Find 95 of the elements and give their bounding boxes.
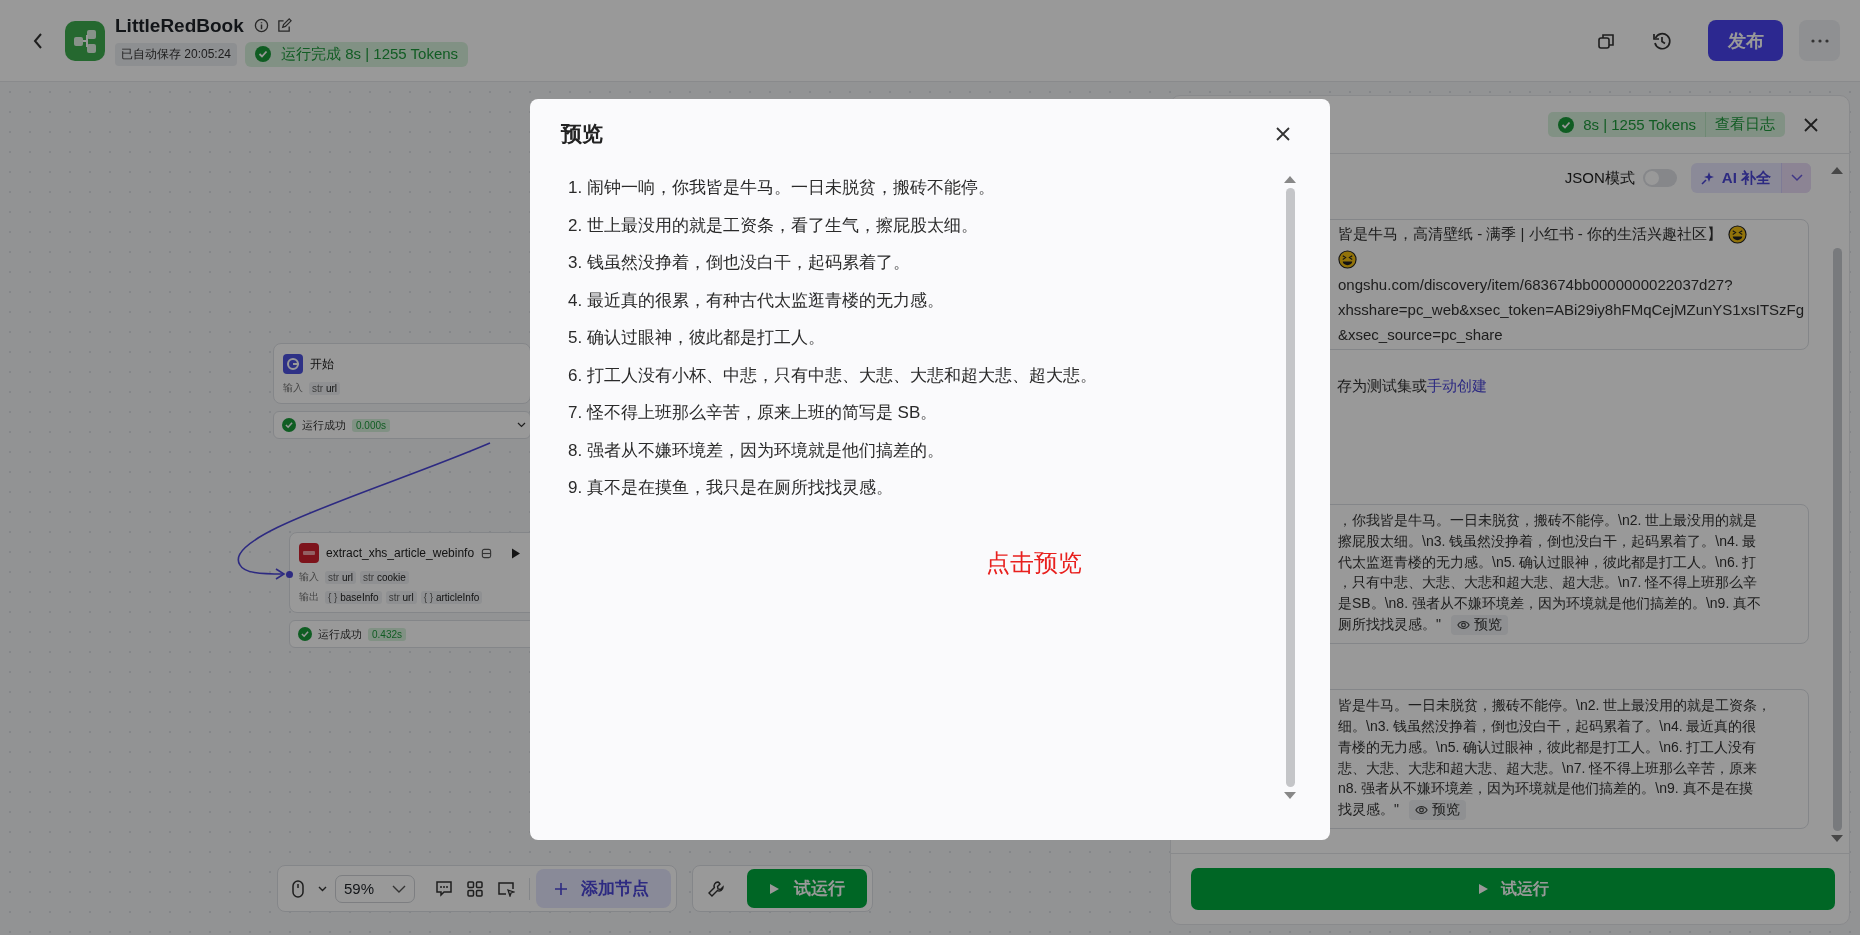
- check-icon: [255, 46, 272, 62]
- scroll-up-icon[interactable]: [1831, 166, 1843, 174]
- preview-note: 点击预览: [986, 548, 1082, 576]
- dialog-title: 预览: [561, 121, 603, 147]
- input-text: xhsshare=pc_web&xsec_token=ABi29iy8hFMqCejMZunYS1xsITSzFg: [1338, 301, 1805, 318]
- param-tag: str cookie: [360, 570, 409, 584]
- play-icon: [1477, 883, 1489, 895]
- output-text: 代太监逛青楼的无力感。\n5. 确认过眼神，彼此都是打工人。\n6. 打: [1338, 553, 1757, 572]
- preview-button[interactable]: 预览: [1409, 799, 1466, 820]
- chevron-down-icon: [1790, 174, 1803, 182]
- output-text: ，你我皆是牛马。一日未脱贫，搬砖不能停。\n2. 世上最没用的就是: [1338, 512, 1758, 531]
- plugin-node-icon: [299, 543, 319, 563]
- start-node-icon: [283, 354, 303, 374]
- output-text: 是SB。\n8. 强者从不嫌环境差，因为环境就是他们搞差的。\n9. 真不: [1338, 595, 1762, 614]
- list-item-text: 6. 打工人没有小杯、中悲，只有中悲、大悲、大悲和超大悲、超大悲。: [568, 364, 1097, 387]
- publish-button[interactable]: 发布: [1708, 20, 1783, 61]
- comment-icon[interactable]: [435, 880, 453, 897]
- run-result-text: 运行成功: [302, 417, 346, 433]
- output-text: 擦屁股太细。\n3. 钱虽然没挣着，倒也没白干，起码累着了。\n4. 最: [1338, 533, 1757, 552]
- check-icon: [282, 418, 296, 432]
- list-item-text: 1. 闹钟一响，你我皆是牛马。一日未脱贫，搬砖不能停。: [568, 177, 995, 200]
- param-tag: { } baseInfo: [325, 590, 382, 604]
- node-card[interactable]: 开始 输入 str url: [273, 343, 531, 404]
- play-icon[interactable]: [511, 547, 522, 559]
- add-node-button[interactable]: 添加节点: [536, 869, 671, 908]
- eye-icon: [1415, 804, 1428, 815]
- output-text: 青楼的无力感。\n5. 确认过眼神，彼此都是打工人。\n6. 打工人没有: [1338, 738, 1757, 757]
- zoom-select[interactable]: 59%: [335, 874, 415, 903]
- input-text: 皆是牛马，高清壁纸 - 满季 | 小红书 - 你的生活兴趣社区】: [1338, 225, 1722, 244]
- run-result-text: 运行成功: [318, 626, 362, 642]
- input-text: &xsec_source=pc_share: [1338, 326, 1503, 343]
- port-label: 输入: [299, 570, 319, 584]
- output-text: n8. 强者从不嫌环境差，因为环境就是他们搞差的。\n9. 真不是在摸: [1338, 780, 1753, 799]
- history-icon[interactable]: [1652, 30, 1672, 51]
- check-icon: [298, 627, 312, 641]
- list-item-text: 8. 强者从不嫌环境差，因为环境就是他们搞差的。: [568, 439, 944, 462]
- chevron-down-icon[interactable]: [517, 422, 526, 428]
- eye-icon: [1457, 619, 1470, 630]
- autosave-label: 已自动保存 20:05:24: [115, 42, 238, 66]
- list-item-text: 5. 确认过眼神，彼此都是打工人。: [568, 327, 825, 350]
- list-item-text: 9. 真不是在摸鱼，我只是在厕所找找灵感。: [568, 477, 893, 500]
- duration-badge: 0.432s: [368, 627, 407, 641]
- output-text: 皆是牛马。一日未脱贫，搬砖不能停。\n2. 世上最没用的就是工资条，: [1338, 697, 1772, 716]
- list-item-text: 2. 世上最没用的就是工资条，看了生气，擦屁股太细。: [568, 214, 978, 237]
- info-icon[interactable]: [253, 18, 269, 33]
- manual-create-link[interactable]: 手动创建: [1427, 377, 1487, 394]
- run-status-text: 运行完成 8s | 1255 Tokens: [281, 44, 459, 64]
- node-title: extract_xhs_article_webinfo: [326, 546, 475, 560]
- save-hint-text: 存为测试集或: [1337, 377, 1427, 394]
- copy-icon[interactable]: [1597, 31, 1615, 50]
- preview-button[interactable]: 预览: [1451, 614, 1508, 635]
- ellipsis-icon: [1810, 38, 1829, 43]
- param-tag: str url: [325, 570, 356, 584]
- back-icon[interactable]: [33, 32, 43, 49]
- json-mode-label: JSON模式: [1564, 168, 1635, 188]
- param-tag: { } articleInfo: [420, 590, 483, 604]
- param-tag: str url: [385, 590, 417, 604]
- port-dot[interactable]: [286, 571, 293, 578]
- output-text: 厕所找找灵感。": [1338, 615, 1441, 634]
- duration-badge: 0.000s: [352, 418, 391, 432]
- scrollbar-thumb[interactable]: [1285, 188, 1295, 787]
- screen-icon[interactable]: [497, 880, 515, 897]
- list-item-text: 7. 怪不得上班那么辛苦，原来上班的简写是 SB。: [568, 402, 938, 425]
- output-text: ，只有中悲、大悲、大悲和超大悲、超大悲。\n7. 怪不得上班那么辛: [1338, 574, 1758, 593]
- sparkle-icon: [1700, 171, 1715, 185]
- check-icon: [1558, 116, 1575, 133]
- caret-icon[interactable]: [318, 885, 327, 892]
- output-text: 细。\n3. 钱虽然没挣着，倒也没白干，起码累着了。\n4. 最近真的很: [1338, 718, 1757, 737]
- scrollbar-thumb[interactable]: [1832, 248, 1842, 831]
- node-title: 开始: [310, 355, 334, 373]
- port-label: 输出: [299, 590, 319, 604]
- close-icon[interactable]: [1803, 116, 1819, 133]
- scroll-down-icon[interactable]: [1284, 792, 1296, 800]
- scroll-down-icon[interactable]: [1831, 835, 1843, 843]
- workflow-title: LittleRedBook: [115, 14, 244, 37]
- output-text: 悲、大悲、大悲和超大悲、超大悲。\n7. 怪不得上班那么辛苦，原来: [1338, 759, 1758, 778]
- param-tag: str url: [309, 381, 340, 395]
- chevron-down-icon: [392, 884, 406, 893]
- run-result-bar[interactable]: 运行成功 0.000s: [273, 411, 531, 439]
- plus-icon: [554, 881, 568, 896]
- scroll-up-icon[interactable]: [1284, 175, 1296, 183]
- close-icon[interactable]: [1275, 126, 1291, 142]
- list-item-text: 4. 最近真的很累，有种古代太监逛青楼的无力感。: [568, 289, 944, 312]
- grid-icon[interactable]: [467, 880, 483, 897]
- app-logo-icon: [65, 20, 105, 61]
- mouse-icon[interactable]: [292, 879, 304, 898]
- edit-icon[interactable]: [276, 18, 292, 33]
- port-label: 输入: [283, 381, 303, 395]
- play-icon: [769, 882, 780, 895]
- list-item-text: 3. 钱虽然没挣着，倒也没白干，起码累着了。: [568, 252, 910, 275]
- output-text: 找灵感。": [1338, 800, 1399, 819]
- run-info-text: 8s | 1255 Tokens: [1583, 116, 1696, 133]
- wrench-icon[interactable]: [707, 879, 725, 898]
- plugin-icon: [481, 547, 493, 559]
- input-text: ongshu.com/discovery/item/683674bb0000000022037d27?: [1338, 276, 1733, 293]
